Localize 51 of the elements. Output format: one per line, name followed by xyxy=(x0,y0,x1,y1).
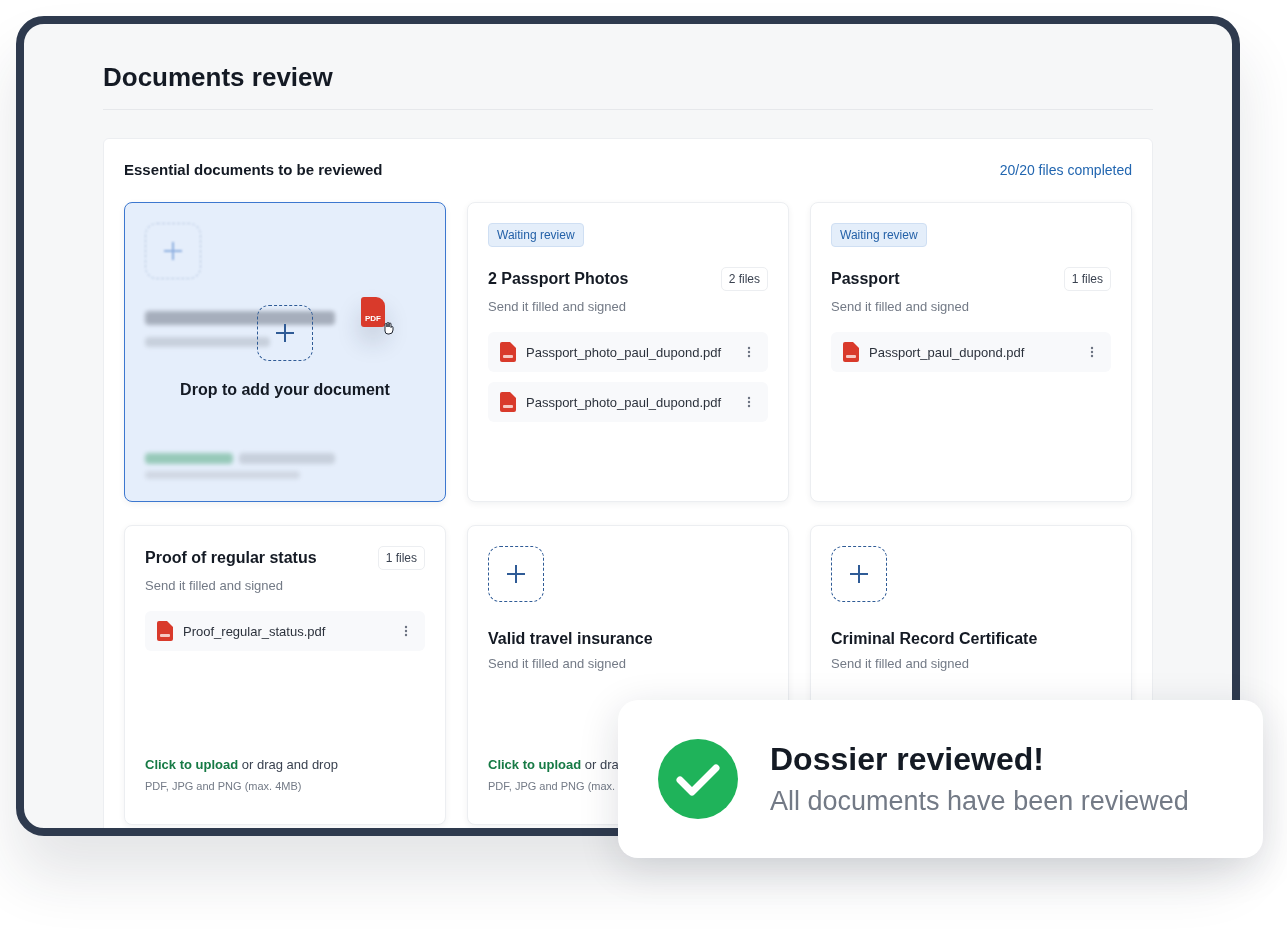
file-name: Passport_photo_paul_dupond.pdf xyxy=(526,394,723,410)
card-title: Proof of regular status xyxy=(145,549,317,567)
status-badge: Waiting review xyxy=(831,223,927,247)
file-format-hint: PDF, JPG and PNG (max. xyxy=(488,780,617,792)
file-count: 2 files xyxy=(720,267,768,291)
card-subtitle: Send it filled and signed xyxy=(145,578,285,593)
pdf-file-icon xyxy=(843,342,859,362)
drop-label: Drop to add your document xyxy=(180,381,390,399)
progress-link[interactable]: 20/20 files completed xyxy=(999,161,1132,178)
more-icon xyxy=(747,396,751,408)
plus-icon xyxy=(163,241,183,261)
file-name: Passport_paul_dupond.pdf xyxy=(869,344,1026,360)
file-item[interactable]: Passport_paul_dupond.pdf xyxy=(831,332,1111,372)
card-title: Valid travel insurance xyxy=(488,630,653,648)
file-format-hint: PDF, JPG and PNG (max. 4MB) xyxy=(145,780,303,792)
card-subtitle: Send it filled and signed xyxy=(488,299,628,314)
more-icon xyxy=(1090,346,1094,358)
file-name: Passport_photo_paul_dupond.pdf xyxy=(526,344,723,360)
plus-icon xyxy=(506,564,526,584)
file-name: Proof_regular_status.pdf xyxy=(183,623,327,639)
page-title: Documents review xyxy=(103,62,1153,110)
panel-title: Essential documents to be reviewed xyxy=(124,161,383,178)
pdf-file-icon xyxy=(157,621,173,641)
file-item[interactable]: Passport_photo_paul_dupond.pdf xyxy=(488,382,768,422)
card-title: 2 Passport Photos xyxy=(488,270,629,288)
card-subtitle: Send it filled and signed xyxy=(488,656,628,671)
card-title: Criminal Record Certificate xyxy=(831,630,1038,648)
plus-icon xyxy=(275,323,295,343)
toast-title: Dossier reviewed! xyxy=(770,741,1045,778)
toast-message: All documents have been reviewed xyxy=(770,786,1189,817)
grab-cursor-icon xyxy=(382,321,396,335)
pdf-file-icon xyxy=(500,342,516,362)
more-icon xyxy=(747,346,751,358)
click-to-upload-link[interactable]: Click to upload xyxy=(145,757,239,772)
pdf-file-icon xyxy=(500,392,516,412)
upload-button[interactable] xyxy=(488,546,544,602)
file-count: 1 files xyxy=(1063,267,1111,291)
card-subtitle: Send it filled and signed xyxy=(831,299,971,314)
click-to-upload-link[interactable]: Click to upload xyxy=(488,757,582,772)
file-item[interactable]: Proof_regular_status.pdf xyxy=(145,611,425,651)
plus-icon xyxy=(849,564,869,584)
file-count: 1 files xyxy=(377,546,425,570)
upload-button[interactable] xyxy=(831,546,887,602)
status-badge: Waiting review xyxy=(488,223,584,247)
check-circle-icon xyxy=(658,739,738,819)
card-title: Passport xyxy=(831,270,900,288)
card-subtitle: Send it filled and signed xyxy=(831,656,971,671)
file-item[interactable]: Passport_photo_paul_dupond.pdf xyxy=(488,332,768,372)
more-icon xyxy=(404,625,408,637)
upload-instructions: Click to upload or drag and drop xyxy=(145,757,339,772)
dragged-pdf-file[interactable]: PDF xyxy=(361,297,385,327)
